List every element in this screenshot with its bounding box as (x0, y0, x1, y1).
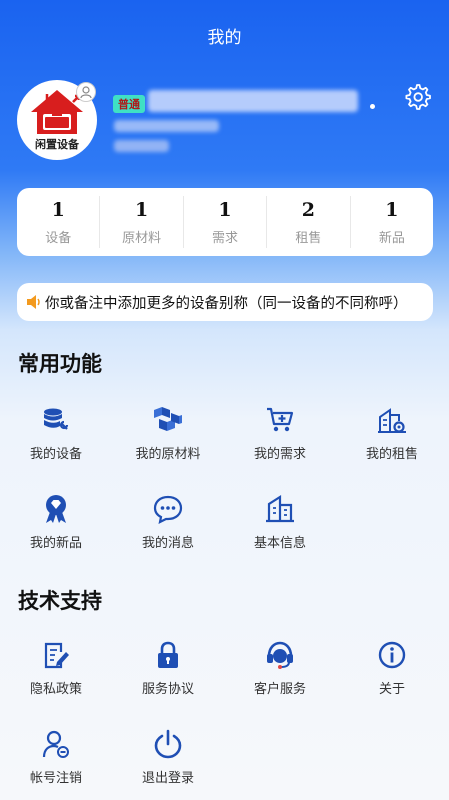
notice-bar[interactable]: 你或备注中添加更多的设备别称（同一设备的不同称呼） (17, 283, 433, 321)
grid-label: 我的需求 (253, 447, 306, 462)
stat-label: 租售 (295, 230, 322, 246)
database-wrench-icon (44, 408, 69, 430)
grid-label: 关于 (378, 682, 405, 697)
stat-value: 1 (385, 198, 399, 221)
award-diamond-icon (46, 495, 66, 523)
stat-label: 设备 (45, 230, 72, 246)
stat-devices[interactable]: 1 设备 (17, 196, 101, 248)
redacted-info-line-1 (114, 120, 219, 132)
section-title-common: 常用功能 (18, 352, 102, 376)
grid-item-my-devices[interactable]: 我的设备 (0, 405, 112, 462)
stat-demands[interactable]: 1 需求 (184, 196, 268, 248)
headset-icon (267, 641, 293, 669)
stat-value: 1 (218, 198, 232, 221)
grid-label: 我的新品 (29, 536, 82, 551)
building-icon (266, 494, 294, 523)
info-icon (378, 641, 406, 669)
grid-item-my-messages[interactable]: 我的消息 (112, 494, 224, 551)
grid-item-customer-service[interactable]: 客户服务 (224, 640, 336, 697)
logo-text: 闲置设备 (35, 137, 80, 151)
power-icon (154, 729, 182, 759)
grid-label: 隐私政策 (29, 682, 82, 697)
user-badge-icon (76, 82, 96, 102)
header-title: 我的 (207, 27, 242, 48)
grid-item-privacy-policy[interactable]: 隐私政策 (0, 640, 112, 697)
cart-plus-icon (267, 407, 294, 432)
grid-label: 我的消息 (141, 536, 194, 551)
stat-value: 1 (134, 198, 149, 221)
grid-label: 客户服务 (253, 682, 306, 697)
user-minus-icon (42, 730, 69, 758)
boxes-icon (154, 407, 182, 431)
stat-new-products[interactable]: 1 新品 (351, 196, 433, 248)
grid-item-my-rentals[interactable]: 我的租售 (336, 405, 448, 462)
stat-value: 1 (51, 198, 65, 221)
stat-label: 需求 (212, 230, 239, 246)
grid-item-logout[interactable]: 退出登录 (112, 729, 224, 786)
speaker-icon (27, 295, 40, 309)
redacted-name (148, 90, 358, 112)
grid-label: 退出登录 (141, 771, 194, 786)
grid-item-my-demands[interactable]: 我的需求 (224, 405, 336, 462)
section-title-support: 技术支持 (18, 589, 102, 613)
grid-label: 我的设备 (29, 447, 82, 462)
grid-item-about[interactable]: 关于 (336, 640, 448, 697)
notice-text: 你或备注中添加更多的设备别称（同一设备的不同称呼） (45, 295, 408, 312)
grid-label: 服务协议 (141, 682, 194, 697)
grid-item-service-agreement[interactable]: 服务协议 (112, 640, 224, 697)
stat-label: 原材料 (122, 230, 162, 246)
stat-rentals[interactable]: 2 租售 (267, 196, 351, 248)
level-badge: 普通 (113, 95, 145, 113)
stat-value: 2 (301, 198, 316, 221)
grid-item-delete-account[interactable]: 帐号注销 (0, 729, 112, 786)
document-pen-icon (44, 642, 69, 669)
grid-item-my-new-products[interactable]: 我的新品 (0, 494, 112, 551)
name-ellipsis-dot (370, 104, 375, 109)
building-gear-icon (378, 408, 406, 433)
grid-label: 帐号注销 (29, 771, 82, 786)
stat-label: 新品 (378, 230, 405, 246)
redacted-info-line-2 (114, 140, 169, 152)
stat-materials[interactable]: 1 原材料 (100, 196, 184, 248)
grid-label: 我的原材料 (135, 447, 201, 462)
grid-label: 基本信息 (253, 536, 306, 551)
grid-label: 我的租售 (365, 447, 418, 462)
chat-bubble-icon (153, 495, 183, 524)
stats-card: 1 设备 1 原材料 1 需求 2 租售 1 新品 (17, 188, 433, 256)
grid-item-my-materials[interactable]: 我的原材料 (112, 405, 224, 462)
grid-item-basic-info[interactable]: 基本信息 (224, 494, 336, 551)
lock-icon (158, 641, 178, 668)
settings-gear-icon[interactable] (403, 82, 431, 110)
